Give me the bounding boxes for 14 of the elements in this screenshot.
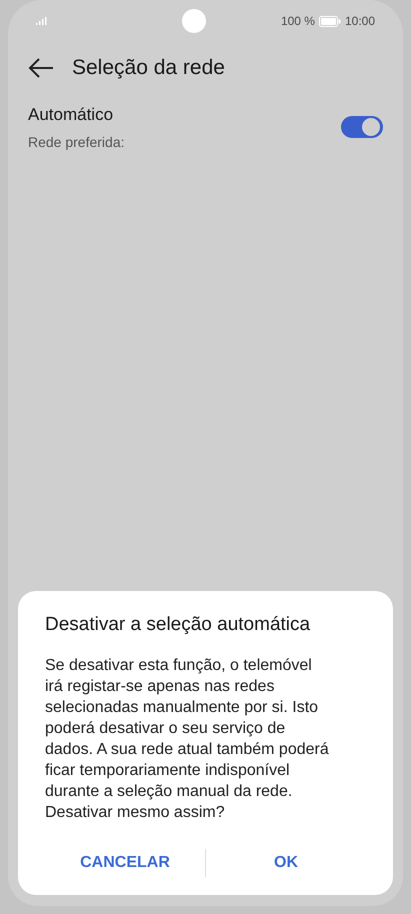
dialog-button[interactable]: CANCELAR: [72, 845, 178, 881]
battery-percent: 100 %: [280, 13, 315, 30]
setting-sublabel: Rede preferida:: [28, 132, 125, 152]
battery-icon: [318, 16, 341, 26]
back-icon[interactable]: [28, 58, 54, 78]
dialog-message: Se desativar esta função, o telemóvel irá registar-se apenas nas redes selecionadas manualmente por si. Isto poderá desativar o seu serviço de dados. A sua rede atual também poderá ficar temporariamente indisponível durante a seleção manual da rede. Desativar mesmo assim?: [45, 656, 330, 823]
page-title: Seleção da rede: [72, 55, 225, 82]
dialog-button[interactable]: OK: [266, 845, 306, 881]
signal-icon: [36, 17, 48, 25]
setting-label: Automático: [28, 104, 114, 126]
toggle-switch[interactable]: [341, 116, 383, 138]
camera-hole-icon: [182, 9, 206, 33]
dialog-title: Desativar a seleção automática: [45, 612, 312, 636]
clock: 10:00: [344, 13, 375, 30]
